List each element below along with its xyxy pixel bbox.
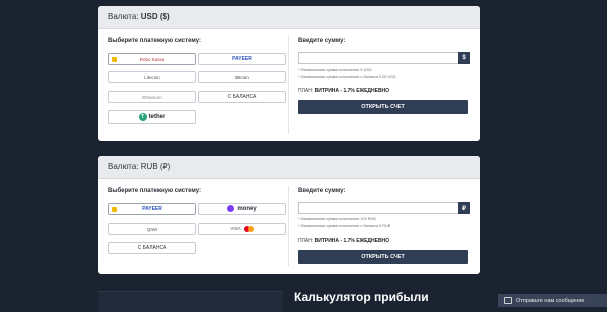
- ethereum-logo: Ethereum: [142, 94, 162, 100]
- method-ethereum[interactable]: Ethereum: [108, 91, 196, 103]
- min-balance-note: * Минимальная сумма пополнения с баланса…: [298, 75, 396, 79]
- plan-value: ВИТРИНА - 1.7% ЕЖЕДНЕВНО: [314, 238, 390, 244]
- currency-label: Валюта:: [108, 162, 139, 171]
- enter-amount-title: Введите сумму:: [298, 38, 346, 44]
- payeer-logo: PAYEER: [232, 56, 252, 62]
- rub-amount-section: Введите сумму: ₽ * Минимальная сумма поп…: [298, 188, 470, 264]
- robokassa-logo: Robo Kassa: [139, 56, 165, 62]
- choose-payment-title: Выберите платежную систему:: [108, 38, 201, 44]
- litecoin-logo: Litecoin: [144, 74, 160, 80]
- method-payeer[interactable]: PAYEER: [108, 203, 196, 215]
- method-tether[interactable]: T tether: [108, 110, 196, 124]
- min-balance-note: * Минимальная сумма пополнения с баланса…: [298, 224, 391, 228]
- yoomoney-logo: money: [227, 205, 257, 213]
- tether-icon: T: [138, 113, 147, 121]
- method-payeer[interactable]: PAYEER: [198, 53, 286, 65]
- amount-row: ₽: [298, 202, 470, 214]
- selected-check-icon: [112, 57, 117, 62]
- currency-value: USD ($): [140, 12, 170, 21]
- chat-label: Отправьте нам сообщение: [516, 297, 585, 304]
- plan-value: ВИТРИНА - 1.7% ЕЖЕДНЕВНО: [314, 88, 390, 94]
- method-visa-mastercard[interactable]: VISA: [198, 223, 286, 235]
- column-divider: [288, 36, 289, 134]
- currency-value: RUB (₽): [140, 162, 171, 171]
- method-yoomoney[interactable]: money: [198, 203, 286, 215]
- method-from-balance[interactable]: С БАЛАНСА: [108, 242, 196, 254]
- currency-label: Валюта:: [108, 12, 139, 21]
- usd-deposit-card: Валюта: USD ($) Выберите платежную систе…: [98, 6, 480, 141]
- from-balance-label: С БАЛАНСА: [227, 94, 257, 100]
- usd-payment-methods: Выберите платежную систему: Robo Kassa P…: [108, 38, 288, 124]
- method-litecoin[interactable]: Litecoin: [108, 71, 196, 83]
- enter-amount-title: Введите сумму:: [298, 188, 346, 194]
- yoomoney-icon: [227, 205, 235, 213]
- method-bitcoin[interactable]: Bitcoin: [198, 71, 286, 83]
- rub-card-header: Валюта: RUB (₽): [98, 156, 480, 179]
- usd-card-header: Валюта: USD ($): [98, 6, 480, 29]
- amount-input[interactable]: [298, 202, 458, 214]
- plan-text: ПЛАН: ВИТРИНА - 1.7% ЕЖЕДНЕВНО: [298, 88, 390, 94]
- plan-text: ПЛАН: ВИТРИНА - 1.7% ЕЖЕДНЕВНО: [298, 238, 390, 244]
- profit-calculator-title: Калькулятор прибыли: [294, 290, 429, 304]
- tether-logo: T tether: [138, 113, 165, 121]
- chat-widget-button[interactable]: Отправьте нам сообщение: [498, 294, 607, 307]
- open-account-button[interactable]: ОТКРЫТЬ СЧЕТ: [298, 250, 468, 264]
- mastercard-icon: [243, 226, 254, 232]
- method-qiwi[interactable]: QIWI: [108, 223, 196, 235]
- rub-deposit-card: Валюта: RUB (₽) Выберите платежную систе…: [98, 156, 480, 274]
- from-balance-label: С БАЛАНСА: [137, 245, 167, 251]
- bitcoin-logo: Bitcoin: [235, 74, 249, 80]
- method-from-balance[interactable]: С БАЛАНСА: [198, 91, 286, 103]
- amount-row: $: [298, 52, 470, 64]
- chat-icon: [504, 297, 512, 304]
- column-divider: [288, 186, 289, 266]
- min-amount-note: * Минимальная сумма пополнения 100 RUB: [298, 217, 376, 221]
- min-amount-note: * Минимальная сумма пополнения 5 USD: [298, 68, 372, 72]
- rub-payment-methods: Выберите платежную систему: PAYEER money…: [108, 188, 288, 254]
- currency-symbol-badge: $: [458, 52, 470, 64]
- open-account-button[interactable]: ОТКРЫТЬ СЧЕТ: [298, 100, 468, 114]
- qiwi-logo: QIWI: [146, 226, 158, 232]
- promo-banner-edge: [98, 291, 283, 312]
- payeer-logo: PAYEER: [142, 206, 162, 212]
- currency-symbol-badge: ₽: [458, 202, 470, 214]
- method-robokassa[interactable]: Robo Kassa: [108, 53, 196, 65]
- amount-input[interactable]: [298, 52, 458, 64]
- selected-check-icon: [112, 207, 117, 212]
- choose-payment-title: Выберите платежную систему:: [108, 188, 201, 194]
- usd-amount-section: Введите сумму: $ * Минимальная сумма поп…: [298, 38, 470, 114]
- visa-mastercard-logo: VISA: [230, 226, 254, 232]
